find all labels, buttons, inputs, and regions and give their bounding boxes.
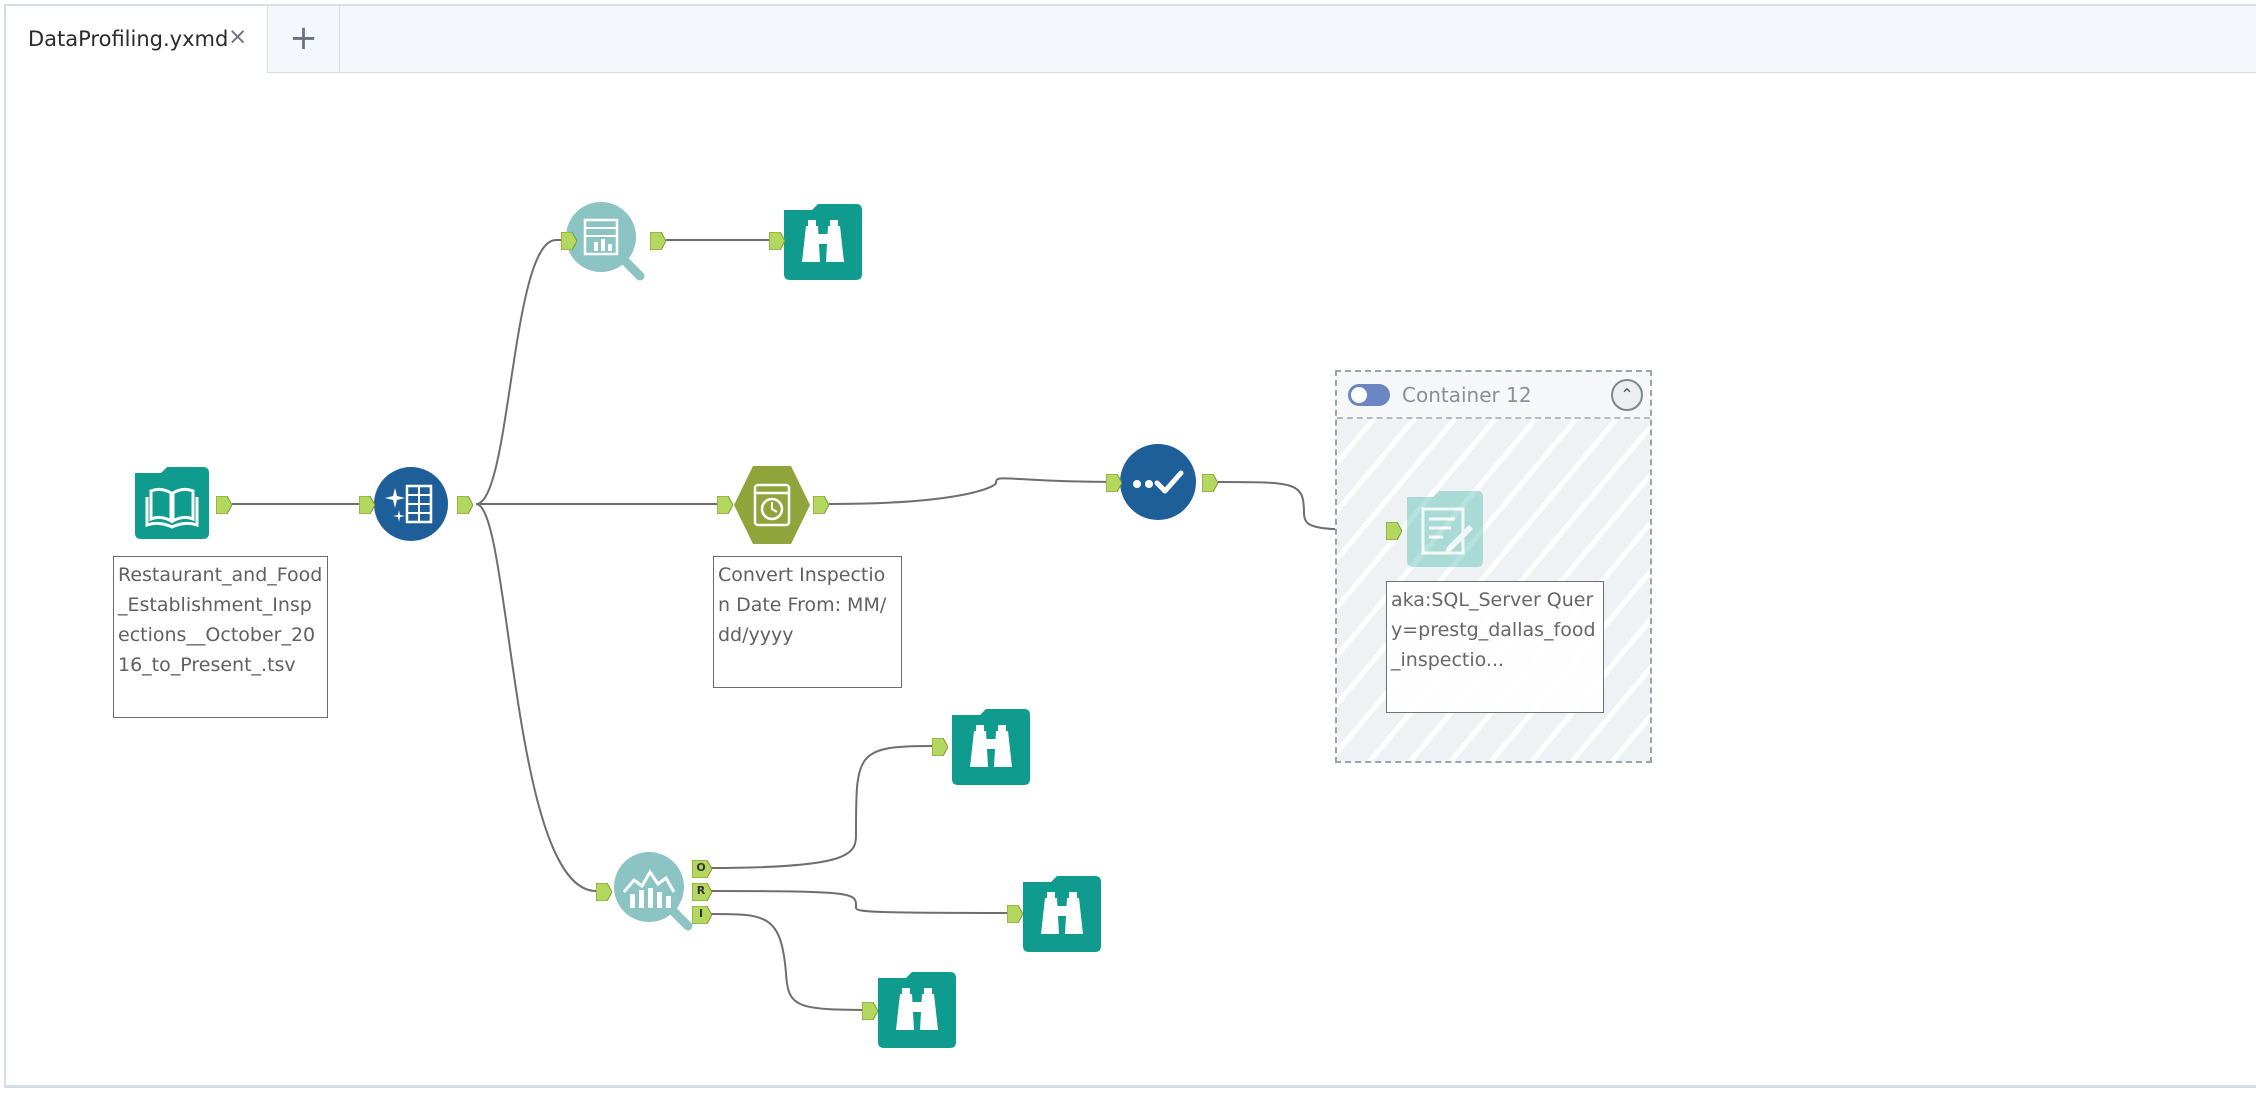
anchor-input-out[interactable] <box>216 496 232 514</box>
binoculars-icon <box>878 972 956 1048</box>
tab-bar: DataProfiling.yxmd × + <box>6 6 2256 73</box>
anchor-summary-out[interactable] <box>650 232 666 250</box>
anchor-label-i: I <box>698 907 704 920</box>
wire-autofield-summary <box>475 239 564 505</box>
container-toggle[interactable] <box>1348 384 1390 406</box>
wire-i-browse <box>709 913 877 1011</box>
binoculars-icon <box>952 709 1030 785</box>
histogram-tool[interactable] <box>612 850 696 934</box>
anchor-histogram-r[interactable]: R <box>692 883 712 901</box>
container-header: Container 12 ⌃ <box>1337 372 1650 419</box>
browse-tool-i[interactable] <box>878 972 956 1048</box>
new-tab-button[interactable]: + <box>268 6 340 72</box>
anchor-autofield-out[interactable] <box>457 496 473 514</box>
collapse-button[interactable]: ⌃ <box>1611 379 1643 411</box>
clock-icon <box>734 466 810 544</box>
anchor-summary-in[interactable] <box>561 232 577 250</box>
output-note-icon <box>1407 491 1483 567</box>
workflow-canvas[interactable]: Restaurant_and_Food_Establishment_Inspec… <box>6 73 2256 1083</box>
anchor-label-o: O <box>696 861 706 874</box>
checkmark-icon <box>1120 444 1196 520</box>
wire-datetime-cleanse <box>828 477 1119 505</box>
anchor-histogram-o[interactable]: O <box>692 860 712 878</box>
auto-field-tool[interactable] <box>373 466 449 542</box>
output-annotation: aka:SQL_Server Query=prestg_dallas_food_… <box>1386 581 1604 713</box>
datetime-tool[interactable] <box>733 465 811 545</box>
wire-autofield-histogram <box>475 503 600 892</box>
histogram-icon <box>614 852 693 931</box>
auto-field-icon <box>374 467 448 541</box>
data-cleanse-tool[interactable] <box>1119 443 1197 521</box>
anchor-output-in[interactable] <box>1386 522 1402 540</box>
container-title: Container 12 <box>1402 383 1532 407</box>
browse-tool-r[interactable] <box>1023 876 1101 952</box>
anchor-cleanse-out[interactable] <box>1202 474 1218 492</box>
anchor-browse-top-in[interactable] <box>769 232 785 250</box>
anchor-datetime-in[interactable] <box>717 496 733 514</box>
wire-r-browse <box>709 890 1015 914</box>
wire-o-browse <box>709 745 933 869</box>
anchor-browse-i-in[interactable] <box>862 1002 878 1020</box>
anchor-browse-r-in[interactable] <box>1007 905 1023 923</box>
close-icon[interactable]: × <box>228 24 247 50</box>
anchor-autofield-in[interactable] <box>359 496 375 514</box>
datetime-annotation: Convert Inspection Date From: MM/dd/yyyy <box>713 556 902 688</box>
input-annotation: Restaurant_and_Food_Establishment_Inspec… <box>113 556 328 718</box>
binoculars-icon <box>1023 876 1101 952</box>
tab-label: DataProfiling.yxmd <box>28 27 229 51</box>
anchor-browse-o-in[interactable] <box>932 738 948 756</box>
anchor-histogram-i[interactable]: I <box>692 906 712 924</box>
browse-tool-summary[interactable] <box>784 204 862 280</box>
tab-dataprofiling[interactable]: DataProfiling.yxmd × <box>6 6 268 73</box>
book-icon <box>135 467 209 539</box>
input-data-tool[interactable] <box>135 467 209 539</box>
binoculars-icon <box>784 204 862 280</box>
anchor-cleanse-in[interactable] <box>1106 474 1122 492</box>
connection-wires <box>232 239 1389 1011</box>
browse-tool-o[interactable] <box>952 709 1030 785</box>
anchor-histogram-in[interactable] <box>596 883 612 901</box>
anchor-datetime-out[interactable] <box>813 496 829 514</box>
output-data-tool[interactable] <box>1407 491 1483 567</box>
anchor-label-r: R <box>696 884 706 897</box>
toggle-knob <box>1351 387 1367 403</box>
